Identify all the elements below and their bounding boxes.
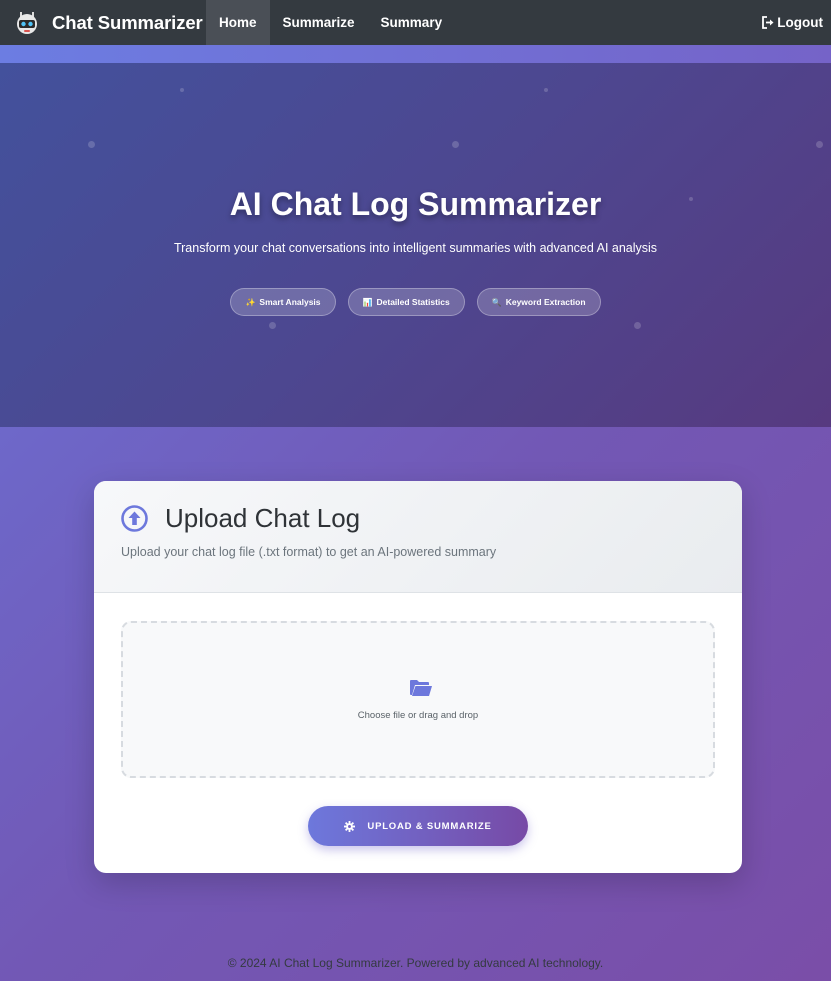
brand-name: Chat Summarizer <box>52 11 203 33</box>
upload-card: Upload Chat Log Upload your chat log fil… <box>94 481 742 873</box>
nav-home[interactable]: Home <box>206 0 270 45</box>
decorative-dot <box>634 322 641 329</box>
feature-pill-keyword-extraction: 🔍 Keyword Extraction <box>476 288 601 316</box>
decorative-dot <box>88 141 95 148</box>
feature-label: Detailed Statistics <box>376 297 450 307</box>
hero-top-strip <box>0 45 831 63</box>
nav-summarize[interactable]: Summarize <box>270 0 368 45</box>
decorative-dot <box>180 88 184 92</box>
logout-label: Logout <box>777 15 823 30</box>
file-dropzone[interactable]: Choose file or drag and drop <box>121 621 715 778</box>
upload-summarize-button[interactable]: UPLOAD & SUMMARIZE <box>308 806 528 846</box>
sparkle-icon: ✨ <box>245 297 256 307</box>
dropzone-label: Choose file or drag and drop <box>357 710 479 721</box>
page-footer: © 2024 AI Chat Log Summarizer. Powered b… <box>227 956 604 970</box>
hero-section: AI Chat Log Summarizer Transform your ch… <box>0 63 831 427</box>
upload-card-header: Upload Chat Log Upload your chat log fil… <box>94 481 742 593</box>
gear-icon <box>344 820 356 832</box>
brand[interactable]: Chat Summarizer <box>0 0 206 45</box>
card-title-row: Upload Chat Log <box>121 503 360 534</box>
robot-icon <box>17 11 37 34</box>
hero-subtitle: Transform your chat conversations into i… <box>173 241 658 255</box>
hero-title: AI Chat Log Summarizer <box>229 186 602 222</box>
decorative-dot <box>452 141 459 148</box>
decorative-dot <box>544 88 548 92</box>
upload-button-label: UPLOAD & SUMMARIZE <box>367 820 492 832</box>
decorative-dot <box>269 322 276 329</box>
magnifier-icon: 🔍 <box>491 297 502 307</box>
feature-label: Keyword Extraction <box>505 297 586 307</box>
feature-pill-detailed-statistics: 📊 Detailed Statistics <box>347 288 465 316</box>
arrow-up-circle-icon <box>121 505 148 532</box>
bar-chart-icon: 📊 <box>362 297 373 307</box>
logout-link[interactable]: Logout <box>761 15 831 30</box>
card-title: Upload Chat Log <box>165 503 361 533</box>
decorative-dot <box>816 141 823 148</box>
folder-open-icon <box>410 680 432 696</box>
top-navbar: Chat Summarizer Home Summarize Summary L… <box>0 0 831 45</box>
feature-pill-smart-analysis: ✨ Smart Analysis <box>230 288 336 316</box>
nav-summary[interactable]: Summary <box>368 0 456 45</box>
feature-pills: ✨ Smart Analysis 📊 Detailed Statistics 🔍… <box>0 288 831 316</box>
feature-label: Smart Analysis <box>259 297 321 307</box>
card-subtitle: Upload your chat log file (.txt format) … <box>121 545 497 559</box>
sign-out-icon <box>762 16 774 29</box>
